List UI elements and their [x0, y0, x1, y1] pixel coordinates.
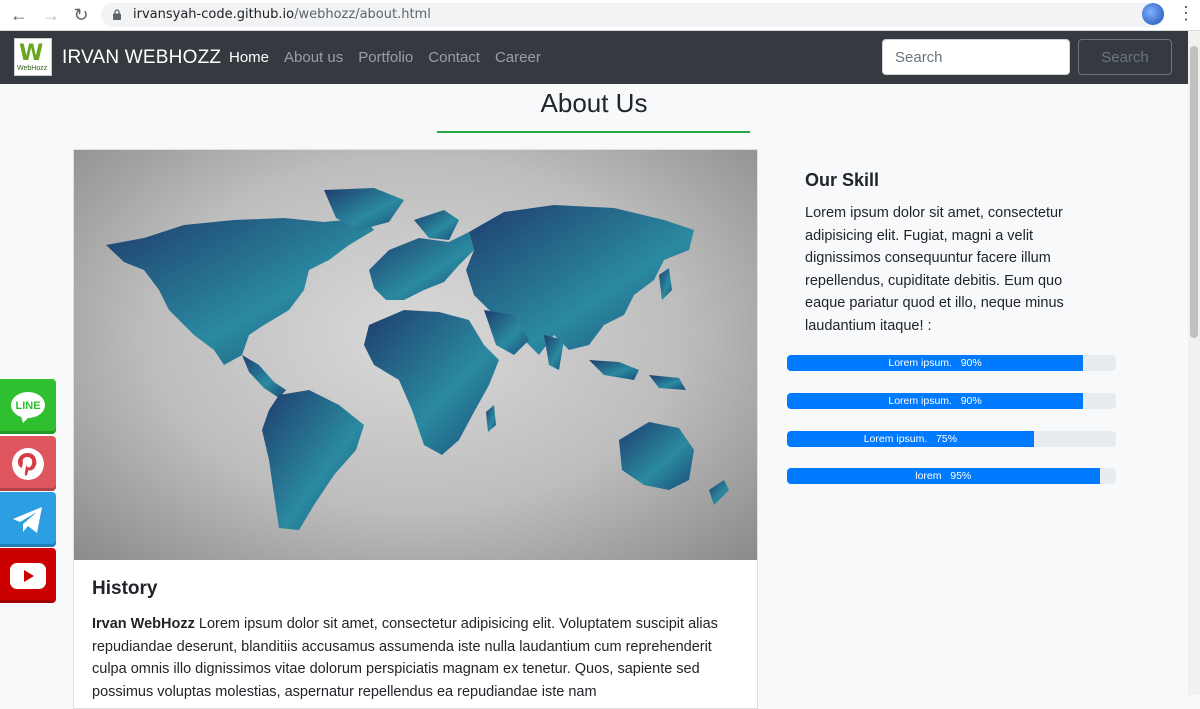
url-text: irvansyah-code.github.io/webhozz/about.h… — [133, 7, 431, 22]
nav-menu: Home About us Portfolio Contact Career — [229, 49, 541, 66]
history-lead: Irvan WebHozz — [92, 616, 195, 632]
pinterest-icon — [12, 447, 44, 480]
nav-link-about[interactable]: About us — [284, 49, 343, 66]
skill-progress-bar: Lorem ipsum. 75% — [787, 431, 1034, 447]
title-divider — [437, 131, 750, 133]
search-button[interactable]: Search — [1078, 39, 1172, 75]
nav-link-home[interactable]: Home — [229, 49, 269, 66]
social-telegram-button[interactable] — [0, 492, 56, 547]
history-card: History Irvan WebHozz Lorem ipsum dolor … — [73, 149, 758, 709]
world-map-image — [74, 150, 757, 560]
browser-toolbar: ← → ↻ irvansyah-code.github.io/webhozz/a… — [0, 0, 1200, 31]
social-pinterest-button[interactable] — [0, 436, 56, 491]
skill-progress: Lorem ipsum. 90% — [787, 355, 1116, 371]
line-icon-label: LINE — [15, 400, 40, 412]
line-icon: LINE — [11, 391, 45, 423]
skill-progress-bar: lorem 95% — [787, 468, 1100, 484]
skill-progress: lorem 95% — [787, 468, 1116, 484]
skills-title: Our Skill — [805, 170, 880, 190]
skills-text: Lorem ipsum dolor sit amet, consectetur … — [805, 205, 1064, 334]
site-navbar: W WebHozz IRVAN WEBHOZZ Home About us Po… — [0, 31, 1188, 84]
site-logo[interactable]: W WebHozz — [14, 38, 52, 76]
address-bar[interactable]: irvansyah-code.github.io/webhozz/about.h… — [101, 3, 1165, 27]
world-map-graphic — [106, 188, 729, 530]
telegram-icon — [13, 506, 42, 533]
forward-arrow-icon[interactable]: → — [40, 4, 62, 26]
history-title: History — [92, 578, 158, 599]
reload-icon[interactable]: ↻ — [70, 4, 92, 26]
skill-progress: Lorem ipsum. 90% — [787, 393, 1116, 409]
logo-text: WebHozz — [17, 65, 48, 72]
nav-link-career[interactable]: Career — [495, 49, 541, 66]
browser-menu-icon[interactable]: ⋮ — [1177, 4, 1195, 22]
back-arrow-icon[interactable]: ← — [8, 4, 30, 26]
nav-link-portfolio[interactable]: Portfolio — [358, 49, 413, 66]
nav-link-contact[interactable]: Contact — [428, 49, 480, 66]
social-line-button[interactable]: LINE — [0, 379, 56, 434]
history-card-body: History Irvan WebHozz Lorem ipsum dolor … — [92, 578, 742, 703]
youtube-icon — [10, 562, 46, 589]
brand-name[interactable]: IRVAN WEBHOZZ — [62, 47, 221, 69]
social-youtube-button[interactable] — [0, 548, 56, 603]
scrollbar-thumb[interactable] — [1190, 46, 1198, 338]
search-input[interactable] — [882, 39, 1070, 75]
logo-mark: W — [19, 41, 44, 66]
history-text: Irvan WebHozz Lorem ipsum dolor sit amet… — [92, 613, 742, 703]
skill-progress: Lorem ipsum. 75% — [787, 431, 1116, 447]
profile-avatar-icon[interactable] — [1142, 3, 1164, 25]
page-title: About Us — [540, 88, 648, 118]
skill-progress-bar: Lorem ipsum. 90% — [787, 355, 1084, 371]
lock-icon — [113, 9, 121, 20]
skill-progress-bar: Lorem ipsum. 90% — [787, 393, 1084, 409]
